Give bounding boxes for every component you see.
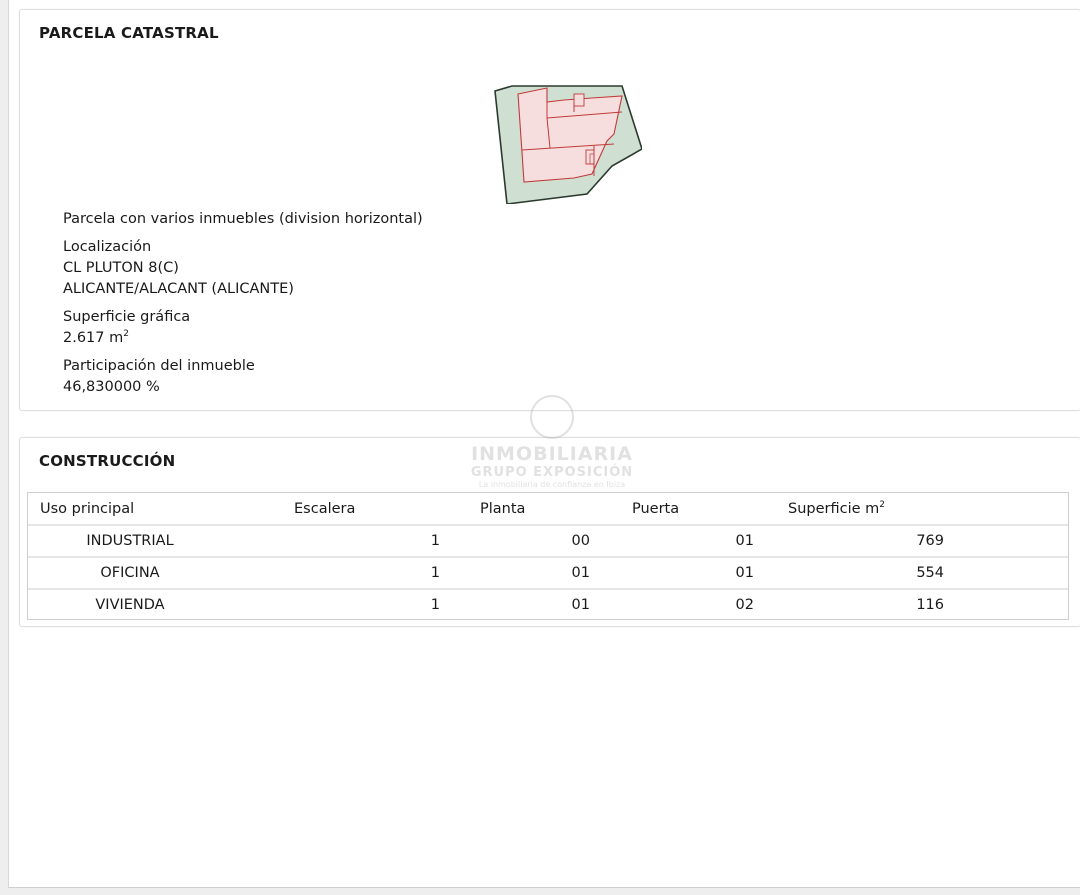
- cell-puerta: 02: [632, 588, 788, 620]
- cell-uso: VIVIENDA: [28, 588, 294, 620]
- cell-planta: 00: [480, 524, 632, 557]
- table-row: OFICINA 1 01 01 554: [28, 556, 1068, 589]
- cell-escalera: 1: [294, 588, 480, 620]
- watermark-line-1: INMOBILIARIA: [471, 443, 633, 465]
- page: PARCELA CATASTRAL Parcela con varios inm…: [8, 0, 1080, 888]
- superficie-label: Superficie gráfica: [63, 309, 191, 325]
- watermark-line-2: GRUPO EXPOSICIÓN: [470, 465, 634, 480]
- parcel-plan-image: [494, 85, 642, 204]
- table-row: VIVIENDA 1 01 02 116: [28, 588, 1068, 620]
- superficie-value-line: 2.617 m2: [63, 328, 190, 349]
- table-header-row: Uso principal Escalera Planta Puerta Sup…: [28, 493, 1068, 526]
- cell-escalera: 1: [294, 556, 480, 589]
- watermark-logo: INMOBILIARIA GRUPO EXPOSICIÓN La inmobil…: [457, 395, 647, 489]
- superficie-exponent: 2: [123, 329, 129, 339]
- construccion-table: Uso principal Escalera Planta Puerta Sup…: [28, 493, 1068, 620]
- cell-planta: 01: [480, 556, 632, 589]
- parcela-catastral-panel: PARCELA CATASTRAL Parcela con varios inm…: [19, 9, 1080, 411]
- localizacion-block: Localización CL PLUTON 8(C) ALICANTE/ALA…: [63, 237, 294, 300]
- parcela-description: Parcela con varios inmuebles (division h…: [63, 211, 423, 227]
- cell-planta: 01: [480, 588, 632, 620]
- address-line-1: CL PLUTON 8(C): [63, 260, 179, 276]
- superficie-value: 2.617 m: [63, 330, 124, 346]
- table-row: INDUSTRIAL 1 00 01 769: [28, 524, 1068, 557]
- parcela-title: PARCELA CATASTRAL: [39, 24, 219, 42]
- participacion-block: Participación del inmueble 46,830000 %: [63, 356, 255, 398]
- header-escalera: Escalera: [294, 493, 480, 526]
- cell-puerta: 01: [632, 556, 788, 589]
- header-puerta: Puerta: [632, 493, 788, 526]
- cell-superficie: 769: [788, 524, 1068, 557]
- construccion-table-wrapper: Uso principal Escalera Planta Puerta Sup…: [27, 492, 1069, 620]
- watermark-line-3: La inmobiliaria de confianza en Ibiza: [478, 480, 626, 489]
- cell-escalera: 1: [294, 524, 480, 557]
- construccion-title: CONSTRUCCIÓN: [39, 452, 176, 470]
- header-superficie-exponent: 2: [879, 499, 886, 510]
- participacion-value: 46,830000 %: [63, 379, 160, 395]
- participacion-label: Participación del inmueble: [63, 358, 255, 374]
- address-line-2: ALICANTE/ALACANT (ALICANTE): [63, 281, 294, 297]
- header-planta: Planta: [480, 493, 632, 526]
- header-uso-principal: Uso principal: [28, 493, 294, 526]
- cell-uso: INDUSTRIAL: [28, 524, 294, 557]
- cell-puerta: 01: [632, 524, 788, 557]
- cell-superficie: 116: [788, 588, 1068, 620]
- cell-uso: OFICINA: [28, 556, 294, 589]
- superficie-block: Superficie gráfica 2.617 m2: [63, 307, 190, 349]
- header-superficie-label: Superficie m: [788, 500, 880, 517]
- localizacion-label: Localización: [63, 239, 152, 255]
- cell-superficie: 554: [788, 556, 1068, 589]
- watermark-emblem-icon: [530, 395, 574, 439]
- header-superficie: Superficie m2: [788, 493, 1068, 526]
